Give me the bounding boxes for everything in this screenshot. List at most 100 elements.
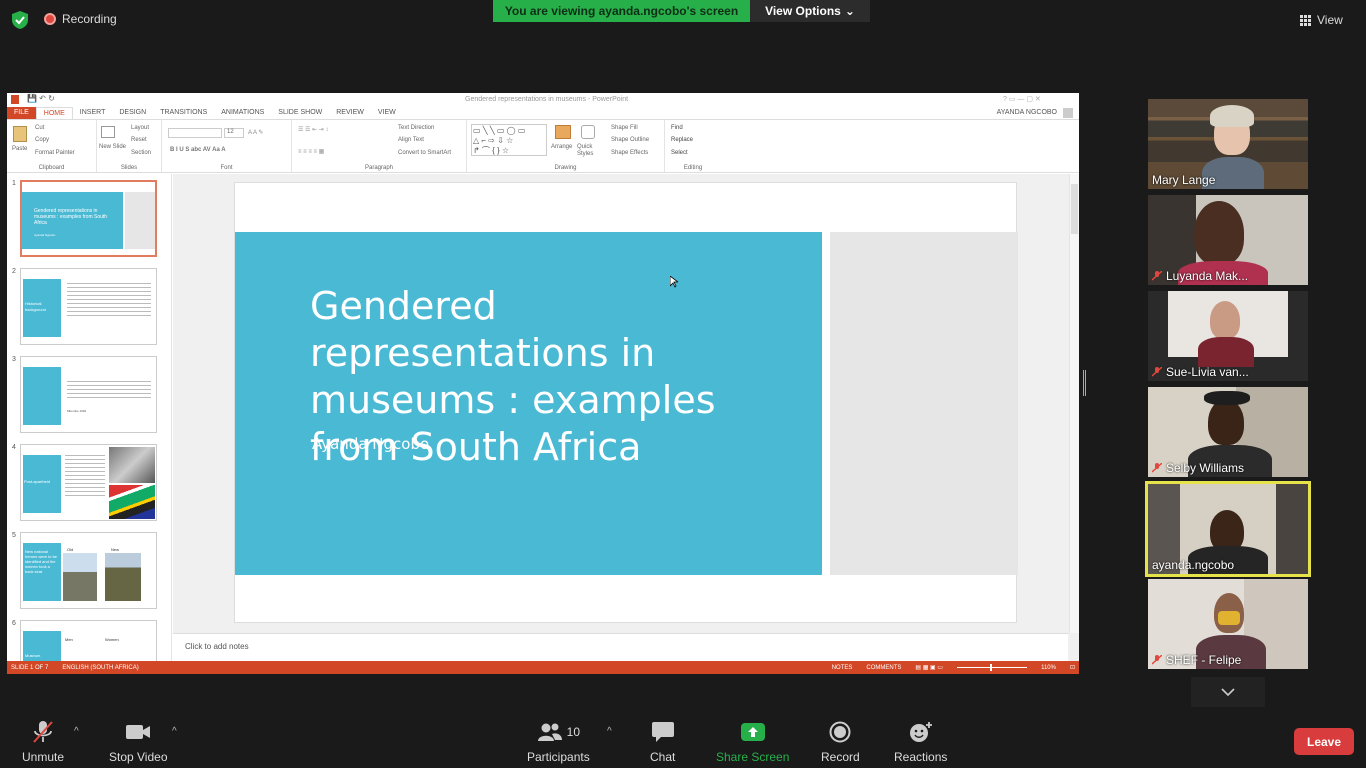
participant-tile[interactable]: Selby Williams (1148, 387, 1308, 477)
copy-button[interactable]: Copy (35, 137, 49, 143)
paste-label[interactable]: Paste (12, 146, 27, 152)
section-button[interactable]: Section (131, 150, 151, 156)
align-buttons[interactable]: ≡ ≡ ≡ ≡ ▦ (298, 148, 324, 155)
reactions-button[interactable]: Reactions (894, 720, 947, 764)
quick-styles-label[interactable]: Quick Styles (577, 144, 599, 158)
shape-fill-button[interactable]: Shape Fill (611, 125, 638, 131)
thumb-photo (109, 447, 155, 483)
participant-tile[interactable]: SHEF - Felipe (1148, 579, 1308, 669)
quick-access-icons[interactable]: 💾 ↶ ↻ (27, 94, 55, 103)
slide-editor[interactable]: Gendered representations in museums : ex… (173, 174, 1079, 661)
thumb-col-new: New (111, 547, 120, 552)
clipboard-group-label: Clipboard (38, 165, 65, 171)
paste-icon[interactable] (13, 126, 27, 142)
thumb-number: 3 (12, 356, 16, 363)
user-avatar-icon[interactable] (1063, 108, 1073, 118)
video-camera-icon (125, 720, 151, 744)
layout-button[interactable]: Layout (131, 125, 149, 131)
fit-slide-icon[interactable]: ⊡ (1070, 664, 1075, 671)
shapes-gallery[interactable]: ▭ ╲ ╲ ▭ ◯ ▭ △ ⌐ ⇨ ⇩ ☆ ↱ ⌒ { } ☆ (471, 124, 547, 156)
editor-scrollbar[interactable] (1069, 174, 1079, 633)
arrange-icon[interactable] (555, 125, 571, 139)
shape-effects-button[interactable]: Shape Effects (611, 150, 648, 156)
participant-face (1194, 201, 1244, 265)
cut-button[interactable]: Cut (35, 125, 44, 131)
panel-resize-handle[interactable] (1083, 370, 1086, 396)
ppt-user-name[interactable]: AYANDA NGCOBO (991, 107, 1063, 119)
current-slide[interactable]: Gendered representations in museums : ex… (234, 182, 1018, 623)
shield-icon[interactable] (12, 11, 28, 29)
participants-button[interactable]: 10 Participants (527, 720, 590, 764)
format-painter-button[interactable]: Format Painter (35, 150, 75, 156)
slide-thumbnail-2[interactable]: Historical background (20, 268, 157, 345)
share-screen-button[interactable]: Share Screen (716, 720, 789, 764)
slide-thumbnail-5[interactable]: New national heroes were to be identifie… (20, 532, 157, 609)
slide-subtitle[interactable]: Ayanda Ngcobo (312, 435, 429, 453)
tab-view[interactable]: VIEW (371, 107, 403, 119)
slide-thumbnail-3[interactable]: Mbembe 1992 (20, 356, 157, 433)
comments-toggle[interactable]: COMMENTS (866, 665, 901, 671)
quick-styles-icon[interactable] (581, 125, 595, 139)
mouse-cursor-icon (670, 276, 678, 288)
tab-file[interactable]: FILE (7, 107, 36, 119)
unmute-button[interactable]: Unmute (22, 720, 64, 764)
powerpoint-logo-icon (11, 95, 19, 104)
participant-tile-active-speaker[interactable]: ayanda.ngcobo (1145, 481, 1311, 577)
font-name-select[interactable] (168, 128, 222, 138)
reset-button[interactable]: Reset (131, 137, 147, 143)
tab-animations[interactable]: ANIMATIONS (214, 107, 271, 119)
slide-thumbnail-1[interactable]: Gendered representations in museums : ex… (20, 180, 157, 257)
slide-thumbnail-6[interactable]: Museum Men Women (20, 620, 157, 661)
window-controls[interactable]: ? ▭ — ▢ ✕ (1003, 95, 1041, 103)
notes-pane[interactable]: Click to add notes (173, 633, 1068, 661)
tab-slide-show[interactable]: SLIDE SHOW (271, 107, 329, 119)
more-participants-button[interactable] (1191, 677, 1265, 707)
view-options-label: View Options (765, 4, 841, 18)
thumb-quote-author: Mbembe 1992 (67, 409, 87, 413)
view-mode-icons[interactable]: ▤ ▦ ▣ ▭ (915, 664, 943, 671)
new-slide-label[interactable]: New Slide (99, 144, 126, 150)
font-size-select[interactable]: 12 (224, 128, 244, 138)
slide-thumbnail-4[interactable]: Post-apartheid (20, 444, 157, 521)
record-button[interactable]: Record (821, 720, 860, 764)
tab-transitions[interactable]: TRANSITIONS (153, 107, 214, 119)
select-button[interactable]: Select (671, 150, 688, 156)
list-buttons[interactable]: ☰ ☰ ⇤ ⇥ ↕ (298, 126, 328, 133)
new-slide-icon[interactable] (101, 126, 115, 138)
font-size-buttons[interactable]: A A ✎ (248, 129, 263, 136)
notes-toggle[interactable]: NOTES (832, 665, 853, 671)
view-button[interactable]: View (1300, 8, 1360, 32)
align-text-button[interactable]: Align Text (398, 137, 424, 143)
text-direction-button[interactable]: Text Direction (398, 125, 434, 131)
zoom-slider[interactable] (957, 664, 1028, 671)
audio-options-caret-icon[interactable]: ^ (74, 726, 79, 737)
video-options-caret-icon[interactable]: ^ (172, 726, 177, 737)
participant-tile[interactable]: Luyanda Mak... (1148, 195, 1308, 285)
recording-indicator[interactable]: Recording (44, 12, 117, 26)
shared-screen-powerpoint[interactable]: 💾 ↶ ↻ Gendered representations in museum… (7, 93, 1079, 674)
participants-caret-icon[interactable]: ^ (607, 726, 612, 737)
shape-outline-button[interactable]: Shape Outline (611, 137, 649, 143)
participant-tile[interactable]: Sue-Livia van... (1148, 291, 1308, 381)
arrange-label[interactable]: Arrange (551, 144, 572, 150)
participant-tile[interactable]: Mary Lange (1148, 99, 1308, 189)
tab-insert[interactable]: INSERT (73, 107, 113, 119)
leave-meeting-button[interactable]: Leave (1294, 728, 1354, 755)
tab-review[interactable]: REVIEW (329, 107, 371, 119)
replace-button[interactable]: Replace (671, 137, 693, 143)
font-style-buttons[interactable]: B I U S abc AV Aa A (170, 147, 226, 153)
scroll-thumb[interactable] (1071, 184, 1078, 234)
chat-button[interactable]: Chat (650, 720, 675, 764)
slide-thumbnails-pane[interactable]: 1 Gendered representations in museums : … (7, 174, 172, 661)
tab-home[interactable]: HOME (35, 107, 73, 119)
view-options-button[interactable]: View Options ⌄ (750, 0, 870, 22)
language-indicator[interactable]: ENGLISH (SOUTH AFRICA) (62, 665, 138, 671)
participant-name: Sue-Livia van... (1152, 365, 1249, 379)
find-button[interactable]: Find (671, 125, 683, 131)
thumb-number: 5 (12, 532, 16, 539)
convert-smartart-button[interactable]: Convert to SmartArt (398, 150, 451, 156)
participant-name: Luyanda Mak... (1152, 269, 1248, 283)
stop-video-button[interactable]: Stop Video (109, 720, 168, 764)
tab-design[interactable]: DESIGN (112, 107, 153, 119)
zoom-level[interactable]: 110% (1041, 665, 1056, 671)
